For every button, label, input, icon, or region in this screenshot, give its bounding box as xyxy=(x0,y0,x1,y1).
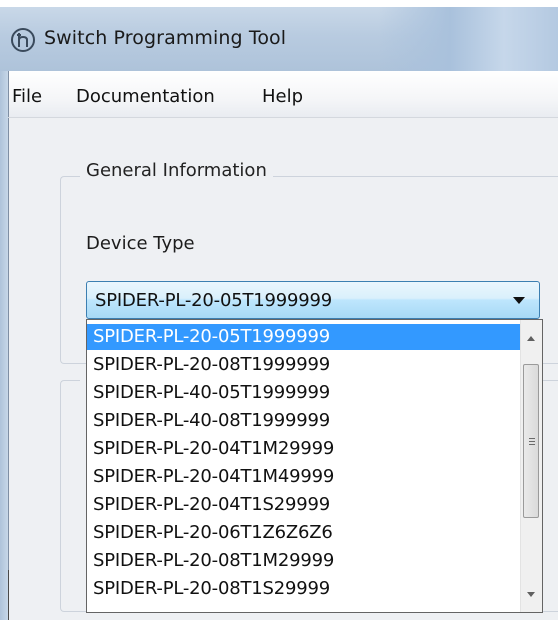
dropdown-option[interactable]: SPIDER-PL-20-04T1M49999 xyxy=(87,464,521,490)
chevron-down-icon[interactable] xyxy=(513,297,525,304)
dropdown-option[interactable]: SPIDER-PL-40-08T1999999 xyxy=(87,408,521,434)
hirschmann-logo-icon xyxy=(11,28,35,52)
grip-line xyxy=(529,444,535,445)
general-information-legend: General Information xyxy=(80,160,273,181)
menu-documentation[interactable]: Documentation xyxy=(76,86,215,107)
window-frame-left xyxy=(0,71,8,620)
window-frame-edge xyxy=(8,570,9,620)
title-bar[interactable]: Switch Programming Tool xyxy=(0,7,558,71)
dropdown-option[interactable]: SPIDER-PL-40-05T1999999 xyxy=(87,380,521,406)
scrollbar-thumb[interactable] xyxy=(523,364,539,518)
dropdown-option[interactable]: SPIDER-PL-20-06T1Z6Z6Z6 xyxy=(87,520,521,546)
grip-line xyxy=(529,441,535,442)
menu-file[interactable]: File xyxy=(12,86,42,107)
dropdown-option[interactable]: SPIDER-PL-20-08T1M29999 xyxy=(87,548,521,574)
device-type-dropdown-list[interactable]: SPIDER-PL-20-05T1999999 SPIDER-PL-20-08T… xyxy=(86,319,543,613)
device-type-label: Device Type xyxy=(86,233,195,254)
dropdown-option[interactable]: SPIDER-PL-20-05T1999999 xyxy=(87,324,521,350)
window-title: Switch Programming Tool xyxy=(44,27,287,49)
title-bar-background xyxy=(378,7,558,71)
scroll-up-arrow-icon[interactable] xyxy=(527,336,535,341)
scroll-down-arrow-icon[interactable] xyxy=(527,592,535,597)
dropdown-scrollbar[interactable] xyxy=(520,320,542,612)
menu-separator xyxy=(8,117,558,118)
dropdown-option[interactable]: SPIDER-PL-20-04T1S29999 xyxy=(87,492,521,518)
device-type-combobox[interactable]: SPIDER-PL-20-05T1999999 xyxy=(86,281,540,319)
dropdown-option[interactable]: SPIDER-PL-20-08T1S29999 xyxy=(87,576,521,602)
device-type-selected-value: SPIDER-PL-20-05T1999999 xyxy=(95,290,333,311)
menu-bar: File Documentation Help xyxy=(8,71,558,117)
menu-help[interactable]: Help xyxy=(262,86,303,107)
dropdown-option[interactable]: SPIDER-PL-20-04T1M29999 xyxy=(87,436,521,462)
dropdown-option[interactable]: SPIDER-PL-20-08T1999999 xyxy=(87,352,521,378)
grip-line xyxy=(529,438,535,439)
